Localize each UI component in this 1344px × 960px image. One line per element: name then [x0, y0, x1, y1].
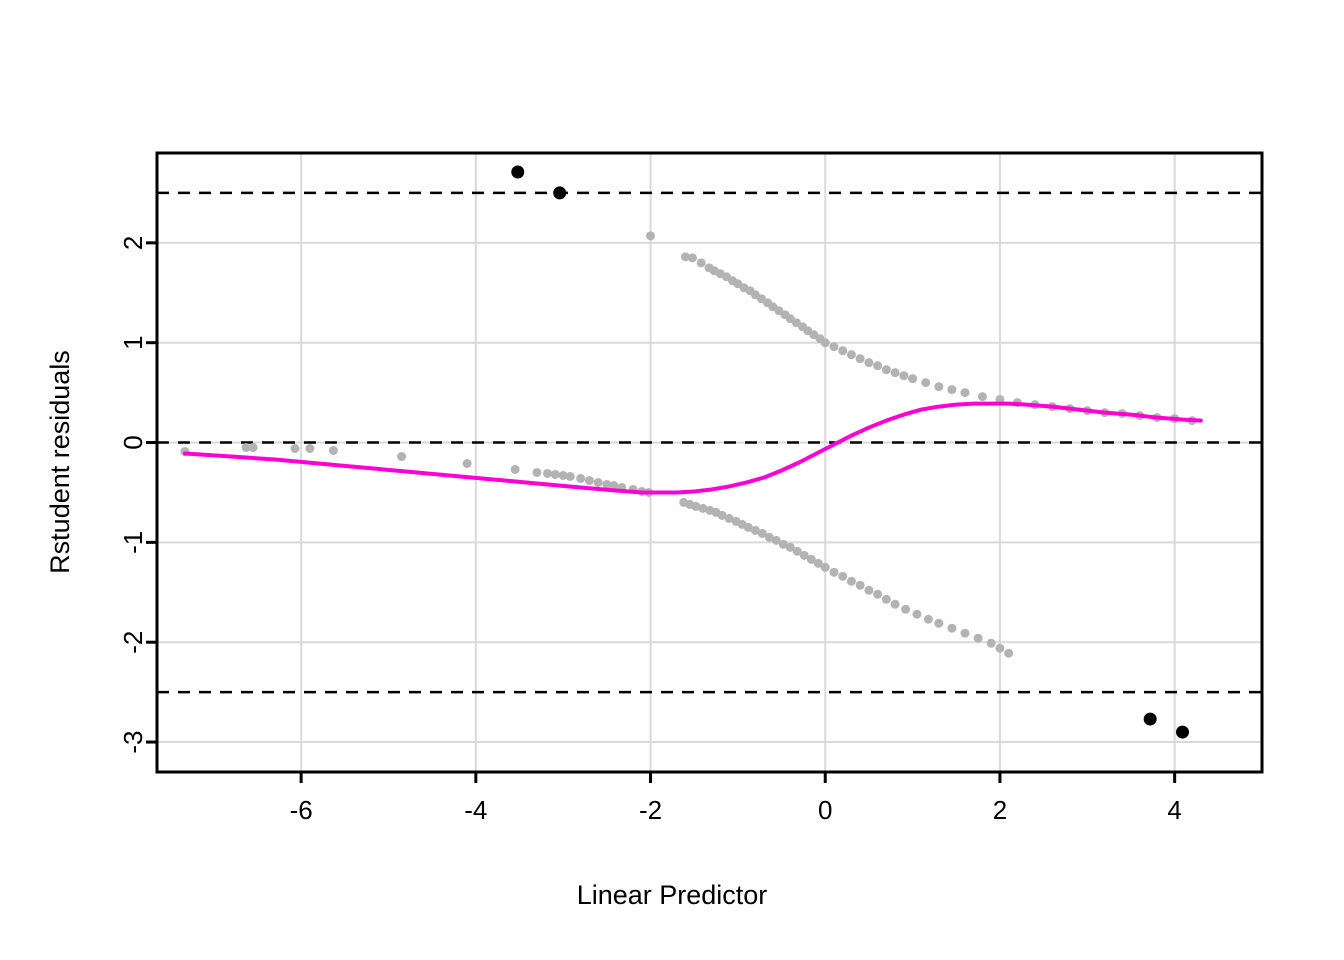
data-point: [986, 638, 996, 648]
loess-smoother-path: [182, 401, 1203, 495]
data-point: [646, 231, 656, 241]
data-point: [908, 374, 918, 384]
data-point: [397, 452, 407, 462]
data-point: [565, 471, 575, 481]
axes: [146, 151, 1264, 783]
y-tick-label: 2: [118, 236, 148, 250]
data-point: [542, 468, 552, 478]
data-point: [947, 623, 957, 633]
data-point: [934, 382, 944, 392]
x-tick-label: 4: [1167, 795, 1181, 825]
data-point: [960, 388, 970, 398]
y-axis-title: Rstudent residuals: [45, 350, 75, 574]
y-tick-label: -3: [118, 730, 148, 753]
y-tick-label: 0: [118, 435, 148, 449]
data-point: [511, 165, 525, 179]
data-point: [532, 467, 542, 477]
y-tick-label: -2: [118, 631, 148, 654]
data-point: [687, 253, 697, 263]
data-point: [881, 594, 891, 604]
data-point: [881, 365, 891, 375]
data-point: [290, 444, 300, 454]
data-point: [584, 475, 594, 485]
x-tick-label: -6: [290, 795, 313, 825]
x-tick-label: -2: [639, 795, 662, 825]
x-tick-label: 0: [818, 795, 832, 825]
data-point: [890, 599, 900, 609]
data-point: [462, 458, 472, 468]
data-point: [899, 371, 909, 381]
residual-diagnostic-plot: -6 -4 -2 0 2 4 2 1 0 -1 -2 -3 Linear Predictor Rstu…: [0, 0, 1344, 960]
x-tick-label: 2: [993, 795, 1007, 825]
data-point: [550, 469, 560, 479]
data-point: [864, 585, 874, 595]
data-points: [180, 165, 1197, 739]
x-tick-label: -4: [464, 795, 487, 825]
data-point: [510, 464, 520, 474]
data-point: [855, 580, 865, 590]
data-point: [947, 385, 957, 395]
data-point: [829, 342, 839, 352]
data-point: [873, 361, 883, 371]
data-point: [820, 562, 830, 572]
data-point: [593, 477, 603, 487]
y-tick-label: 1: [118, 335, 148, 349]
data-point: [838, 346, 848, 356]
data-point: [328, 446, 338, 456]
data-point: [934, 618, 944, 628]
x-axis-title: Linear Predictor: [576, 880, 768, 910]
data-point: [873, 589, 883, 599]
data-point: [995, 643, 1005, 653]
data-point: [890, 368, 900, 378]
data-point: [829, 567, 839, 577]
y-tick-label: -1: [118, 531, 148, 554]
data-point: [912, 609, 922, 619]
data-point: [846, 350, 856, 360]
data-point: [696, 258, 706, 268]
series-residuals: [180, 231, 1197, 658]
data-point: [1143, 712, 1157, 726]
data-point: [305, 444, 315, 454]
series-outliers: [511, 165, 1190, 739]
data-point: [921, 378, 931, 388]
data-point: [977, 392, 987, 402]
data-point: [248, 443, 258, 453]
data-point: [864, 358, 874, 368]
data-point: [973, 633, 983, 643]
data-point: [820, 338, 830, 348]
data-point: [960, 628, 970, 638]
smoother-line: [182, 401, 1203, 495]
data-point: [1004, 648, 1014, 658]
data-point: [901, 604, 911, 614]
data-point: [855, 354, 865, 364]
data-point: [846, 576, 856, 586]
data-point: [838, 571, 848, 581]
chart-canvas: -6 -4 -2 0 2 4 2 1 0 -1 -2 -3: [118, 151, 1264, 825]
data-point: [923, 614, 933, 624]
data-point: [576, 473, 586, 483]
data-point: [553, 186, 567, 200]
data-point: [1176, 725, 1190, 739]
